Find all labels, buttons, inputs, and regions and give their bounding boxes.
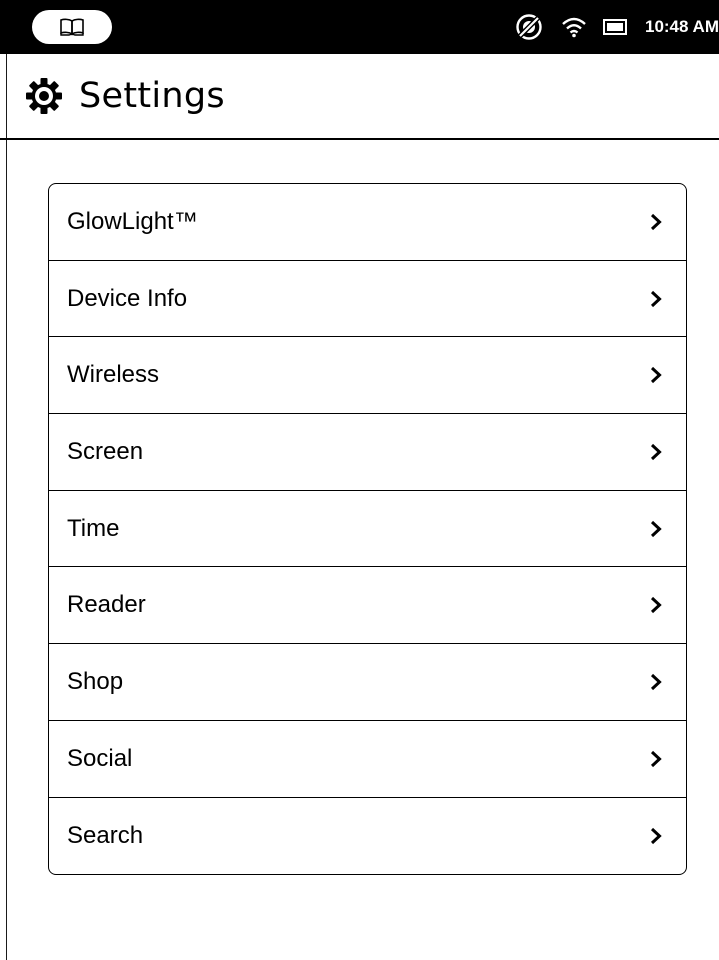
- settings-item-search[interactable]: Search: [49, 798, 686, 875]
- screen-edge-rule: [6, 0, 7, 960]
- open-book-icon: [60, 18, 84, 36]
- chevron-right-icon: [650, 443, 662, 461]
- settings-item-label: Reader: [67, 591, 146, 619]
- battery-icon[interactable]: [602, 19, 629, 35]
- settings-list: GlowLight™ Device Info Wireless Screen T…: [48, 183, 687, 876]
- chevron-right-icon: [650, 750, 662, 767]
- chevron-right-icon: [650, 367, 662, 384]
- settings-item-wireless[interactable]: Wireless: [49, 337, 686, 415]
- settings-item-time[interactable]: Time: [49, 491, 686, 568]
- settings-item-label: Wireless: [67, 361, 160, 389]
- settings-item-label: Shop: [67, 667, 124, 695]
- settings-item-shop[interactable]: Shop: [49, 644, 686, 721]
- chevron-right-icon: [650, 290, 662, 307]
- page-header: Settings: [0, 54, 719, 140]
- clock-time: 10:48 AM: [644, 17, 719, 36]
- chevron-right-icon: [650, 213, 662, 230]
- settings-item-label: Search: [67, 821, 144, 849]
- chevron-right-icon: [650, 520, 662, 537]
- status-bar: 10:48 AM: [0, 0, 719, 54]
- settings-item-reader[interactable]: Reader: [49, 567, 686, 645]
- gear-icon: [26, 78, 62, 114]
- settings-item-glowlight[interactable]: GlowLight™: [49, 184, 686, 261]
- sync-off-icon[interactable]: [515, 13, 543, 41]
- settings-item-social[interactable]: Social: [49, 721, 686, 798]
- wifi-icon[interactable]: [561, 16, 587, 38]
- chevron-right-icon: [650, 673, 662, 691]
- settings-item-label: Device Info: [67, 284, 188, 312]
- settings-item-screen[interactable]: Screen: [49, 414, 686, 491]
- status-indicators: 10:48 AM: [515, 0, 719, 54]
- chevron-right-icon: [650, 827, 662, 844]
- library-button[interactable]: [32, 10, 112, 44]
- chevron-right-icon: [650, 597, 662, 614]
- settings-item-label: Social: [67, 744, 133, 772]
- settings-item-device-info[interactable]: Device Info: [49, 261, 686, 338]
- page-title: Settings: [79, 76, 225, 116]
- settings-item-label: Screen: [67, 437, 144, 465]
- settings-item-label: Time: [67, 514, 120, 542]
- settings-item-label: GlowLight™: [67, 207, 198, 235]
